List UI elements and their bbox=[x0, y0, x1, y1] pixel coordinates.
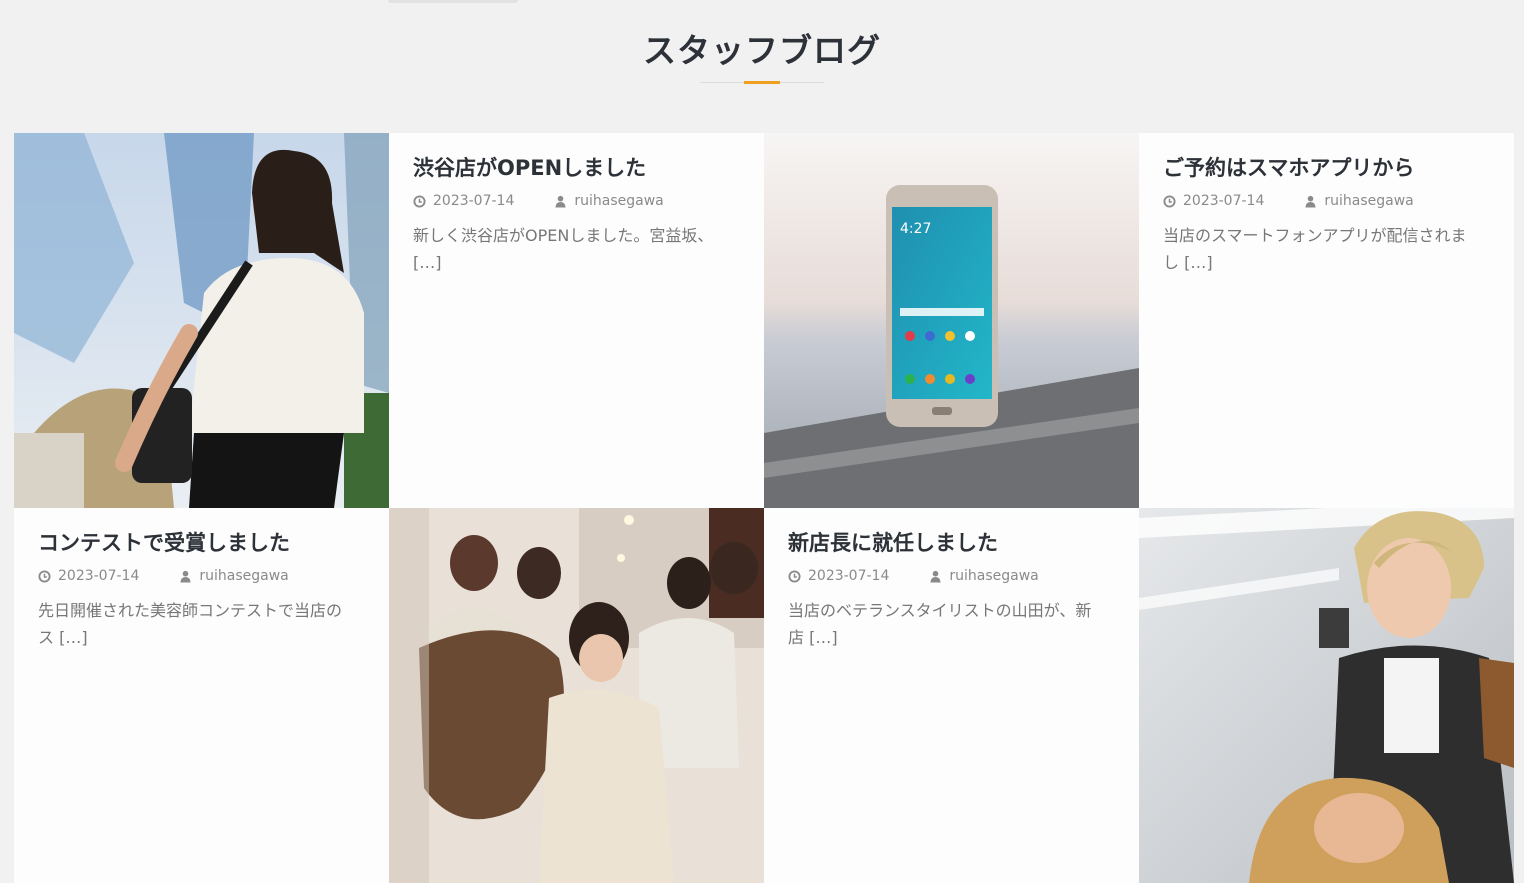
post-author-text: ruihasegawa bbox=[199, 568, 289, 584]
post-date-text: 2023-07-14 bbox=[1183, 193, 1265, 209]
post-author-text: ruihasegawa bbox=[574, 193, 664, 209]
post-card-2: コンテストで受賞しました 2023-07-14 ruihasegawa 先日開催… bbox=[14, 508, 389, 883]
clock-icon bbox=[788, 569, 801, 583]
top-tab-edge bbox=[388, 0, 518, 3]
post-author[interactable]: ruihasegawa bbox=[179, 568, 289, 584]
clock-icon bbox=[413, 194, 426, 208]
post-date: 2023-07-14 bbox=[1163, 193, 1264, 209]
section-title: スタッフブログ bbox=[643, 31, 881, 70]
user-icon bbox=[1305, 195, 1316, 208]
post-excerpt: 先日開催された美容師コンテストで当店のス […] bbox=[38, 601, 343, 647]
businesswoman-photo bbox=[14, 133, 389, 508]
post-card-0: 渋谷店がOPENしました 2023-07-14 ruihasegawa 新しく渋… bbox=[389, 133, 764, 508]
stylist-photo bbox=[1139, 508, 1514, 883]
post-date: 2023-07-14 bbox=[413, 193, 514, 209]
section-header: スタッフブログ bbox=[0, 24, 1524, 84]
blog-grid: 渋谷店がOPENしました 2023-07-14 ruihasegawa 新しく渋… bbox=[14, 133, 1514, 883]
card-pointer bbox=[1139, 305, 1155, 336]
post-author[interactable]: ruihasegawa bbox=[929, 568, 1039, 584]
salon-team-photo bbox=[389, 508, 764, 883]
post-meta: 2023-07-14 ruihasegawa bbox=[788, 568, 1115, 584]
post-meta: 2023-07-14 ruihasegawa bbox=[1163, 193, 1490, 209]
post-author-text: ruihasegawa bbox=[949, 568, 1039, 584]
post-date-text: 2023-07-14 bbox=[58, 568, 140, 584]
post-excerpt: 当店のスマートフォンアプリが配信されまし […] bbox=[1163, 226, 1467, 272]
post-image-stylist[interactable] bbox=[1139, 508, 1514, 883]
post-card-3: 新店長に就任しました 2023-07-14 ruihasegawa 当店のベテラ… bbox=[764, 508, 1139, 883]
post-author[interactable]: ruihasegawa bbox=[1304, 193, 1414, 209]
post-excerpt: 当店のベテランスタイリストの山田が、新店 […] bbox=[788, 601, 1092, 647]
post-title[interactable]: 渋谷店がOPENしました bbox=[413, 153, 740, 183]
title-underline bbox=[700, 81, 824, 84]
post-title[interactable]: ご予約はスマホアプリから bbox=[1163, 153, 1490, 183]
user-icon bbox=[180, 570, 191, 583]
post-date: 2023-07-14 bbox=[38, 568, 139, 584]
post-author[interactable]: ruihasegawa bbox=[554, 193, 664, 209]
svg-text:4:27: 4:27 bbox=[900, 221, 931, 237]
user-icon bbox=[930, 570, 941, 583]
post-image-smartphone[interactable]: 4:27 bbox=[764, 133, 1139, 508]
post-author-text: ruihasegawa bbox=[1324, 193, 1414, 209]
clock-icon bbox=[38, 569, 51, 583]
smartphone-photo: 4:27 bbox=[764, 133, 1139, 508]
post-meta: 2023-07-14 ruihasegawa bbox=[38, 568, 365, 584]
post-date: 2023-07-14 bbox=[788, 568, 889, 584]
post-title[interactable]: 新店長に就任しました bbox=[788, 528, 1115, 558]
card-pointer bbox=[373, 680, 389, 711]
clock-icon bbox=[1163, 194, 1176, 208]
title-accent-bar bbox=[744, 81, 780, 84]
post-meta: 2023-07-14 ruihasegawa bbox=[413, 193, 740, 209]
post-image-businesswoman[interactable] bbox=[14, 133, 389, 508]
card-pointer bbox=[389, 305, 405, 336]
card-pointer bbox=[1123, 680, 1139, 711]
post-date-text: 2023-07-14 bbox=[433, 193, 515, 209]
post-date-text: 2023-07-14 bbox=[808, 568, 890, 584]
user-icon bbox=[555, 195, 566, 208]
post-title[interactable]: コンテストで受賞しました bbox=[38, 528, 365, 558]
post-excerpt: 新しく渋谷店がOPENしました。宮益坂、 […] bbox=[413, 226, 714, 272]
post-card-1: ご予約はスマホアプリから 2023-07-14 ruihasegawa 当店のス… bbox=[1139, 133, 1514, 508]
post-image-salon-team[interactable] bbox=[389, 508, 764, 883]
